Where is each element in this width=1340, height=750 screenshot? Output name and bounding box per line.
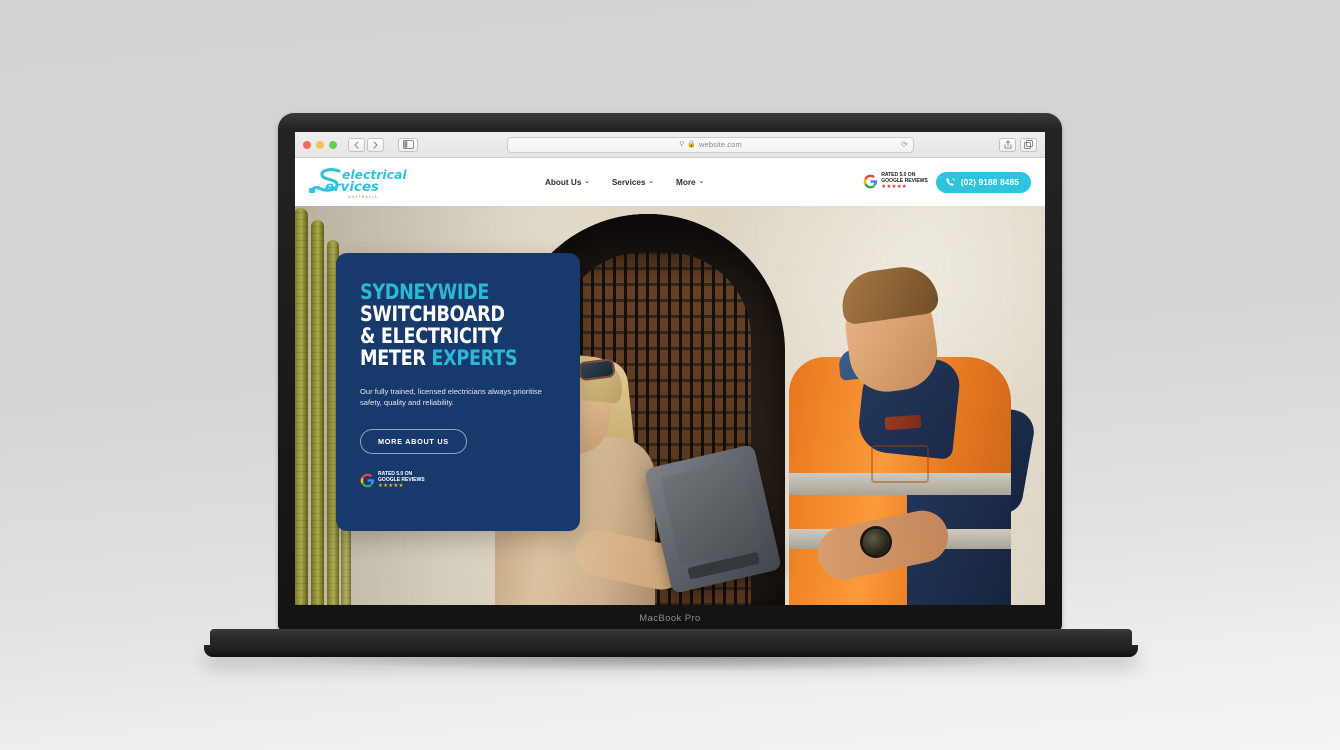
hero-headline-line-1: SYDNEYWIDE [360,280,490,305]
minimize-window-button[interactable] [316,140,324,149]
sidebar-toggle-button[interactable] [398,137,418,152]
chevron-right-icon [373,140,378,149]
svg-text:ervices: ervices [325,180,379,195]
google-badge-text: RATED 5.0 ON GOOGLE REVIEWS ★★★★★ [881,173,928,190]
nav-item-about-us[interactable]: About Us ⌄ [545,178,590,187]
header-right: RATED 5.0 ON GOOGLE REVIEWS ★★★★★ (02) 9… [863,171,1031,193]
reload-icon[interactable]: ⟳ [901,140,908,149]
browser-toolbar: ⚲ 🔒 website.com ⟳ [295,132,1045,158]
nav-item-more[interactable]: More ⌄ [676,178,704,187]
google-badge-text: RATED 5.0 ON GOOGLE REVIEWS ★★★★★ [378,472,425,489]
laptop-screen: ⚲ 🔒 website.com ⟳ electrical ervices AUS… [295,132,1045,605]
navigation-buttons[interactable] [348,137,384,152]
hero-content-card: SYDNEYWIDE SWITCHBOARD & ELECTRICITY MET… [336,253,580,531]
phone-call-button[interactable]: (02) 9188 8485 [935,171,1031,193]
hero-headline-line-3: & ELECTRICITY [360,324,502,350]
logo-subtitle: AUSTRALIA [348,194,378,199]
url-text: website.com [699,140,742,149]
share-icon [1004,140,1011,149]
share-button[interactable] [999,137,1016,152]
laptop-lid: ⚲ 🔒 website.com ⟳ electrical ervices AUS… [278,113,1062,631]
chevron-down-icon: ⌄ [648,178,654,185]
nav-item-label: More [676,177,696,187]
chevron-down-icon: ⌄ [584,178,590,185]
star-rating-icon: ★★★★★ [378,482,404,489]
search-icon: ⚲ [679,141,685,148]
hero-body-text: Our fully trained, licensed electricians… [360,386,542,408]
google-reviews-badge[interactable]: RATED 5.0 ON GOOGLE REVIEWS ★★★★★ [863,173,928,190]
laptop-base-front [204,645,1138,657]
tabs-overview-button[interactable] [1020,137,1037,152]
google-g-icon [863,175,878,189]
main-nav[interactable]: About Us ⌄ Services ⌄ More ⌄ [545,178,704,187]
phone-icon [946,177,955,186]
phone-number: (02) 9188 8485 [960,177,1019,187]
laptop-shadow [250,655,1100,671]
sidebar-toggle-icon [402,140,414,149]
hero-section: SYDNEYWIDE SWITCHBOARD & ELECTRICITY MET… [295,206,1045,605]
back-button[interactable] [348,137,365,152]
google-g-icon [360,473,375,488]
star-rating-icon: ★★★★★ [881,183,907,190]
window-traffic-lights[interactable] [303,140,337,149]
toolbar-right-actions[interactable] [999,137,1037,152]
chevron-down-icon: ⌄ [698,178,705,185]
address-bar[interactable]: ⚲ 🔒 website.com ⟳ [507,136,914,153]
forward-button[interactable] [367,137,384,152]
site-logo[interactable]: electrical ervices AUSTRALIA [309,166,417,199]
hero-google-reviews-badge[interactable]: RATED 5.0 ON GOOGLE REVIEWS ★★★★★ [360,472,556,489]
device-label: MacBook Pro [639,613,701,624]
maximize-window-button[interactable] [329,140,337,149]
macbook-pro-mockup: ⚲ 🔒 website.com ⟳ electrical ervices AUS… [0,0,1340,750]
selectrical-services-logo-icon: electrical ervices [309,167,407,195]
nav-item-label: Services [611,177,646,187]
nav-item-label: About Us [545,177,582,187]
hero-headline-line-4: METER EXPERTS [360,348,521,370]
lock-icon: 🔒 [687,141,697,148]
chevron-left-icon [354,140,359,149]
close-window-button[interactable] [303,140,311,149]
hero-headline-line-4b: EXPERTS [431,346,518,372]
tabs-icon [1024,140,1033,149]
nav-item-services[interactable]: Services ⌄ [612,178,654,187]
site-header: electrical ervices AUSTRALIA About Us ⌄ … [295,158,1045,206]
hero-headline-line-2: SWITCHBOARD [360,302,505,328]
hero-headline-line-4a: METER [360,346,432,372]
more-about-us-button[interactable]: MORE ABOUT US [360,429,467,455]
